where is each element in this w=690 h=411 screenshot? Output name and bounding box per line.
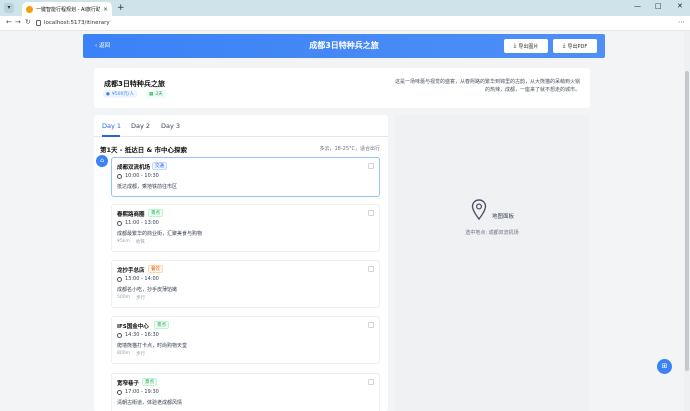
tab-day-3[interactable]: Day 3	[161, 122, 180, 130]
minimize-icon[interactable]: —	[634, 2, 641, 10]
browser-tab[interactable]: 一键智能行程规划 - AI旅行助手 ×	[22, 2, 112, 16]
map-pin-icon	[471, 199, 487, 221]
map-panel[interactable]: 地图面板 选中地点: 成都双流机场	[394, 115, 590, 411]
trip-summary-card: 成都3日特种兵之旅 ● ¥500元/人 ▦ 3天 这是一场味蕾与视觉的盛宴，从春…	[94, 68, 590, 108]
address-bar: ← → ↻ localhost:5173/itinerary ⋯	[0, 16, 690, 31]
days-badge: ▦ 3天	[146, 90, 166, 98]
distance-value: ¥5km	[117, 239, 130, 244]
stop-name: 春熙路商圈	[117, 212, 145, 218]
tab-list-icon[interactable]: ▾	[4, 3, 14, 13]
time-range: 17:00 - 19:30	[125, 389, 159, 395]
scrollbar[interactable]	[684, 31, 690, 411]
stop-name: IFS国金中心	[117, 324, 149, 330]
export-pdf-button[interactable]: ⤓ 导出PDF	[553, 39, 597, 53]
stop-time: 17:00 - 19:30	[117, 389, 159, 395]
stop-name: 龙抄手总店	[117, 268, 145, 274]
category-badge: 餐饮	[148, 265, 163, 273]
stop-name: 成都双流机场	[117, 165, 151, 171]
days-value: 3天	[155, 92, 163, 97]
time-range: 10:00 - 10:30	[125, 173, 159, 179]
budget-badge: ● ¥500元/人	[103, 90, 137, 98]
time-range: 14:30 - 16:30	[125, 332, 159, 338]
itinerary-stop[interactable]: 成都双流机场 交通 10:00 - 10:30 抵达成都，乘地铁前往市区	[111, 157, 380, 197]
stop-checkbox[interactable]	[368, 266, 374, 272]
distance-value: 500m	[117, 295, 130, 300]
day-tabs: Day 1 Day 2 Day 3	[94, 115, 388, 137]
download-icon: ⤓	[513, 42, 517, 49]
itinerary-stop[interactable]: IFS国金中心 景点 14:30 - 16:30 爬墙熊猫打卡点，时尚购物天堂 …	[111, 316, 380, 364]
stop-description: 爬墙熊猫打卡点，时尚购物天堂	[117, 343, 188, 349]
itinerary-stop[interactable]: 龙抄手总店 餐饮 13:00 - 14:00 成都名小吃，抄手皮薄馅嫩 500m…	[111, 260, 380, 308]
tab-day-2[interactable]: Day 2	[131, 122, 150, 130]
category-badge: 景点	[154, 321, 169, 329]
browser-tab-strip: ▾ 一键智能行程规划 - AI旅行助手 × + — □ ✕	[0, 0, 690, 16]
category-badge: 景点	[142, 378, 157, 386]
page-info-icon[interactable]	[36, 20, 41, 26]
stop-checkbox[interactable]	[368, 210, 374, 216]
stop-checkbox[interactable]	[368, 322, 374, 328]
browser-menu-icon[interactable]: ⋯	[678, 18, 685, 26]
favicon-icon	[26, 5, 33, 13]
selected-location: 选中地点: 成都双流机场	[465, 230, 519, 236]
clock-icon	[117, 276, 122, 282]
stop-time: 14:30 - 16:30	[117, 332, 159, 338]
clock-icon	[117, 173, 122, 179]
new-tab-icon[interactable]: +	[117, 2, 125, 14]
budget-value: ¥500元/人	[111, 92, 134, 97]
transport-mode: 步行	[135, 352, 145, 357]
page-header: ‹ 返回 成都3日特种兵之旅 ⤓ 导出图片 ⤓ 导出PDF	[83, 34, 605, 58]
download-icon: ⤓	[562, 42, 566, 49]
map-label: 地图面板	[492, 214, 515, 220]
category-badge: 交通	[152, 162, 167, 170]
stop-time: 13:00 - 14:00	[117, 276, 159, 282]
tab-day-1[interactable]: Day 1	[102, 122, 121, 130]
url-field[interactable]: localhost:5173/itinerary	[44, 18, 110, 28]
distance-value: 800m	[117, 351, 130, 356]
scroll-thumb[interactable]	[685, 71, 689, 371]
stop-description: 清朝古街道，体验老成都风情	[117, 400, 183, 406]
money-icon: ●	[106, 91, 110, 97]
trip-description: 这是一场味蕾与视觉的盛宴，从春熙路的繁华到锦里的古韵，从大熊猫的呆萌到火锅的热辣…	[394, 79, 580, 93]
itinerary-stop[interactable]: 春熙路商圈 景点 11:00 - 13:00 成都最繁华的商业街，汇聚美食与购物…	[111, 204, 380, 252]
category-badge: 景点	[148, 209, 163, 217]
transport-marker-icon: ⌂	[96, 155, 108, 167]
stop-name: 宽窄巷子	[117, 381, 140, 387]
tab-title: 一键智能行程规划 - AI旅行助手	[36, 6, 100, 13]
stop-meta: 500m 步行	[117, 295, 145, 301]
active-tab-indicator	[102, 135, 120, 137]
stop-description: 成都名小吃，抄手皮薄馅嫩	[117, 287, 178, 293]
close-window-icon[interactable]: ✕	[677, 2, 683, 10]
stop-meta: ¥5km 地铁	[117, 239, 145, 245]
clock-icon	[117, 332, 122, 338]
stop-checkbox[interactable]	[368, 163, 374, 169]
maximize-icon[interactable]: □	[655, 2, 662, 10]
trip-title: 成都3日特种兵之旅	[104, 80, 165, 88]
transport-mode: 步行	[135, 296, 145, 301]
stop-checkbox[interactable]	[368, 379, 374, 385]
itinerary-stop[interactable]: 宽窄巷子 景点 17:00 - 19:30 清朝古街道，体验老成都风情	[111, 373, 380, 411]
transport-mode: 地铁	[135, 240, 145, 245]
export-image-label: 导出图片	[518, 43, 539, 50]
close-tab-icon[interactable]: ×	[103, 6, 108, 13]
stop-meta: 800m 步行	[117, 351, 145, 357]
stop-time: 10:00 - 10:30	[117, 173, 159, 179]
forward-icon[interactable]: →	[15, 18, 21, 26]
reload-icon[interactable]: ↻	[25, 18, 31, 26]
calendar-icon: ▦	[149, 91, 154, 97]
time-range: 13:00 - 14:00	[125, 276, 159, 282]
day-weather: 多云，18-25°C，适合出行	[319, 146, 380, 152]
back-icon[interactable]: ←	[6, 18, 12, 26]
stop-description: 成都最繁华的商业街，汇聚美食与购物	[117, 231, 203, 237]
stop-description: 抵达成都，乘地铁前往市区	[117, 184, 178, 190]
stop-time: 11:00 - 13:00	[117, 220, 159, 226]
day-title: 第1天 - 抵达日 & 市中心探索	[100, 146, 187, 154]
time-range: 11:00 - 13:00	[125, 220, 159, 226]
export-image-button[interactable]: ⤓ 导出图片	[504, 39, 548, 53]
clock-icon	[117, 389, 122, 395]
clock-icon	[117, 220, 122, 226]
grid-icon: ⊞	[661, 362, 668, 370]
grid-menu-button[interactable]: ⊞	[657, 359, 672, 374]
export-pdf-label: 导出PDF	[567, 43, 588, 50]
